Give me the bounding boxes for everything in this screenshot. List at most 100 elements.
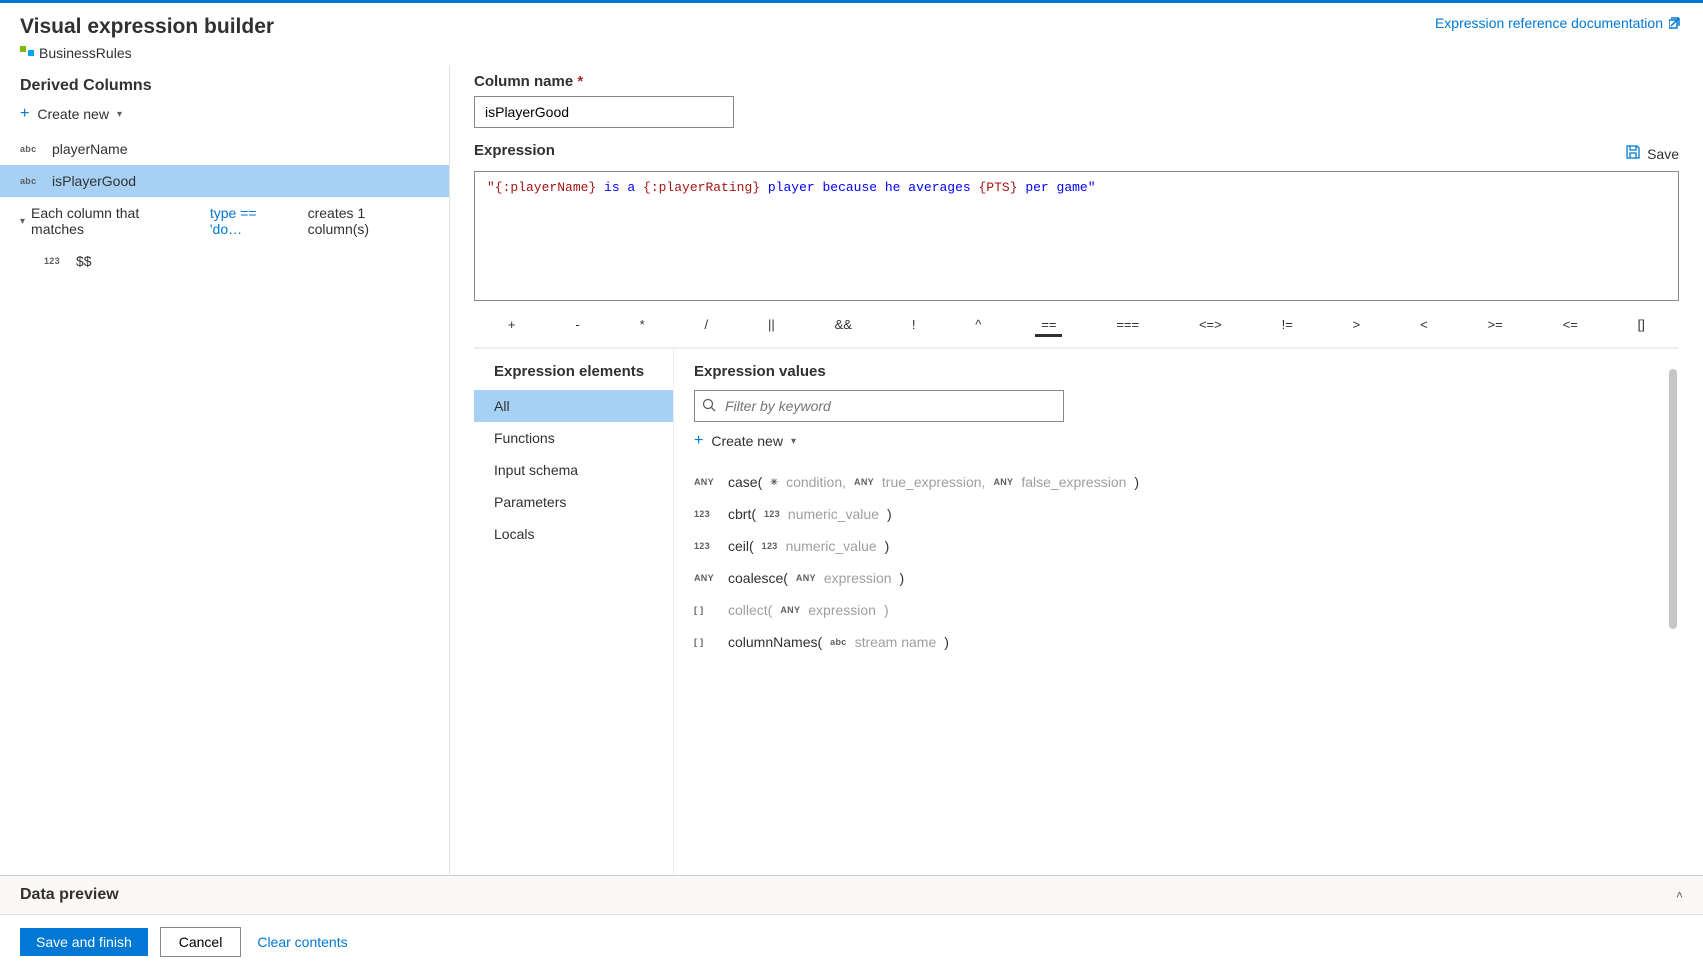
element-functions[interactable]: Functions bbox=[474, 422, 673, 454]
clear-contents-button[interactable]: Clear contents bbox=[257, 934, 347, 950]
pattern-prefix: Each column that matches bbox=[31, 205, 194, 237]
op-ge[interactable]: >= bbox=[1482, 315, 1509, 337]
column-item-isPlayerGood[interactable]: abc isPlayerGood bbox=[0, 165, 449, 197]
param-type: abc bbox=[830, 637, 846, 647]
op-multiply[interactable]: * bbox=[634, 315, 651, 337]
op-eq[interactable]: == bbox=[1035, 315, 1062, 337]
create-new-label: Create new bbox=[37, 106, 109, 122]
save-finish-button[interactable]: Save and finish bbox=[20, 928, 148, 956]
op-spaceship[interactable]: <=> bbox=[1193, 315, 1228, 337]
param-type: ANY bbox=[854, 477, 874, 487]
operator-bar: + - * / || && ! ^ == === <=> != > < >= <… bbox=[474, 305, 1679, 348]
value-item-columnNames[interactable]: [ ]columnNames(abc stream name) bbox=[694, 626, 1659, 658]
data-preview-bar[interactable]: Data preview ˄ bbox=[0, 875, 1703, 914]
value-item-case[interactable]: ANY case( ✳ condition, ANY true_expression… bbox=[694, 466, 1659, 498]
fn-name: case( bbox=[728, 474, 762, 490]
element-locals[interactable]: Locals bbox=[474, 518, 673, 550]
elements-title: Expression elements bbox=[474, 363, 673, 390]
save-expression-button[interactable]: Save bbox=[1625, 144, 1679, 163]
column-name-label: isPlayerGood bbox=[52, 173, 136, 189]
data-preview-title: Data preview bbox=[20, 886, 119, 904]
breadcrumb: BusinessRules bbox=[20, 45, 274, 61]
derived-columns-title: Derived Columns bbox=[0, 73, 449, 101]
rules-icon bbox=[20, 46, 34, 60]
op-minus[interactable]: - bbox=[569, 315, 585, 337]
doc-link-label: Expression reference documentation bbox=[1435, 15, 1663, 31]
pattern-suffix: creates 1 column(s) bbox=[308, 205, 429, 237]
op-and[interactable]: && bbox=[829, 315, 858, 337]
pattern-condition[interactable]: type == 'do… bbox=[210, 205, 292, 237]
op-or[interactable]: || bbox=[762, 315, 781, 337]
create-new-column[interactable]: + Create new ▾ bbox=[0, 101, 449, 133]
sidebar: Derived Columns + Create new ▾ abc playe… bbox=[0, 65, 450, 875]
op-gt[interactable]: > bbox=[1347, 315, 1367, 337]
chevron-up-icon[interactable]: ˄ bbox=[1676, 888, 1683, 902]
doc-link[interactable]: Expression reference documentation bbox=[1435, 15, 1683, 31]
type-badge-abc: abc bbox=[20, 144, 42, 154]
element-all[interactable]: All bbox=[474, 390, 673, 422]
scrollbar-thumb[interactable] bbox=[1669, 369, 1677, 629]
column-name-label: Column name * bbox=[474, 73, 1679, 90]
fn-name: collect( bbox=[728, 602, 772, 618]
op-not[interactable]: ! bbox=[906, 315, 922, 337]
param-type: ANY bbox=[780, 605, 800, 615]
pattern-row[interactable]: ▾ Each column that matches type == 'do… … bbox=[0, 197, 449, 245]
column-item-playerName[interactable]: abc playerName bbox=[0, 133, 449, 165]
column-name-input[interactable] bbox=[474, 96, 734, 128]
fn-name: coalesce( bbox=[728, 570, 788, 586]
op-neq[interactable]: != bbox=[1276, 315, 1299, 337]
expression-elements-panel: Expression elements All Functions Input … bbox=[474, 349, 674, 875]
param-type: ✳ bbox=[770, 477, 778, 488]
column-name-label: playerName bbox=[52, 141, 127, 157]
op-lt[interactable]: < bbox=[1414, 315, 1434, 337]
value-item-coalesce[interactable]: ANYcoalesce(ANY expression) bbox=[694, 562, 1659, 594]
param-name: expression bbox=[808, 602, 876, 618]
op-divide[interactable]: / bbox=[699, 315, 715, 337]
chevron-down-icon: ▾ bbox=[117, 109, 122, 120]
op-le[interactable]: <= bbox=[1557, 315, 1584, 337]
element-input-schema[interactable]: Input schema bbox=[474, 454, 673, 486]
param-name: numeric_value bbox=[786, 538, 877, 554]
value-item-collect[interactable]: [ ]collect(ANY expression) bbox=[694, 594, 1659, 626]
header: Visual expression builder BusinessRules … bbox=[0, 3, 1703, 65]
param-name: stream name bbox=[855, 634, 937, 650]
save-icon bbox=[1625, 144, 1641, 163]
save-label: Save bbox=[1647, 146, 1679, 162]
value-item-cbrt[interactable]: 123cbrt(123 numeric_value) bbox=[694, 498, 1659, 530]
op-array[interactable]: [] bbox=[1632, 315, 1651, 337]
return-type-badge: [ ] bbox=[694, 605, 720, 615]
return-type-badge: ANY bbox=[694, 573, 720, 583]
create-new-value[interactable]: + Create new ▾ bbox=[694, 432, 1659, 450]
value-item-ceil[interactable]: 123ceil(123 numeric_value) bbox=[694, 530, 1659, 562]
return-type-badge: [ ] bbox=[694, 637, 720, 647]
page-title: Visual expression builder bbox=[20, 15, 274, 39]
op-eqeq[interactable]: === bbox=[1110, 315, 1145, 337]
caret-down-icon: ▾ bbox=[20, 216, 25, 227]
search-icon bbox=[702, 398, 716, 415]
expression-label: Expression bbox=[474, 142, 555, 159]
op-xor[interactable]: ^ bbox=[969, 315, 987, 337]
values-title: Expression values bbox=[694, 363, 1659, 380]
pattern-child-item[interactable]: 123 $$ bbox=[0, 245, 449, 277]
footer: Save and finish Cancel Clear contents bbox=[0, 914, 1703, 969]
expression-editor[interactable]: "{:playerName} is a {:playerRating} play… bbox=[474, 171, 1679, 301]
param-name: condition, bbox=[786, 474, 846, 490]
param-name: true_expression, bbox=[882, 474, 986, 490]
fn-name: columnNames( bbox=[728, 634, 822, 650]
op-plus[interactable]: + bbox=[502, 315, 522, 337]
fn-name: cbrt( bbox=[728, 506, 756, 522]
param-type: ANY bbox=[993, 477, 1013, 487]
cancel-button[interactable]: Cancel bbox=[160, 927, 242, 957]
filter-input[interactable] bbox=[694, 390, 1064, 422]
fn-name: ceil( bbox=[728, 538, 754, 554]
param-type: 123 bbox=[762, 541, 778, 551]
create-new-value-label: Create new bbox=[711, 433, 783, 449]
plus-icon: + bbox=[694, 432, 703, 450]
plus-icon: + bbox=[20, 105, 29, 123]
param-name: numeric_value bbox=[788, 506, 879, 522]
chevron-down-icon: ▾ bbox=[791, 436, 796, 447]
subtitle-text: BusinessRules bbox=[39, 45, 132, 61]
param-name: expression bbox=[824, 570, 892, 586]
pattern-child-label: $$ bbox=[76, 253, 92, 269]
element-parameters[interactable]: Parameters bbox=[474, 486, 673, 518]
